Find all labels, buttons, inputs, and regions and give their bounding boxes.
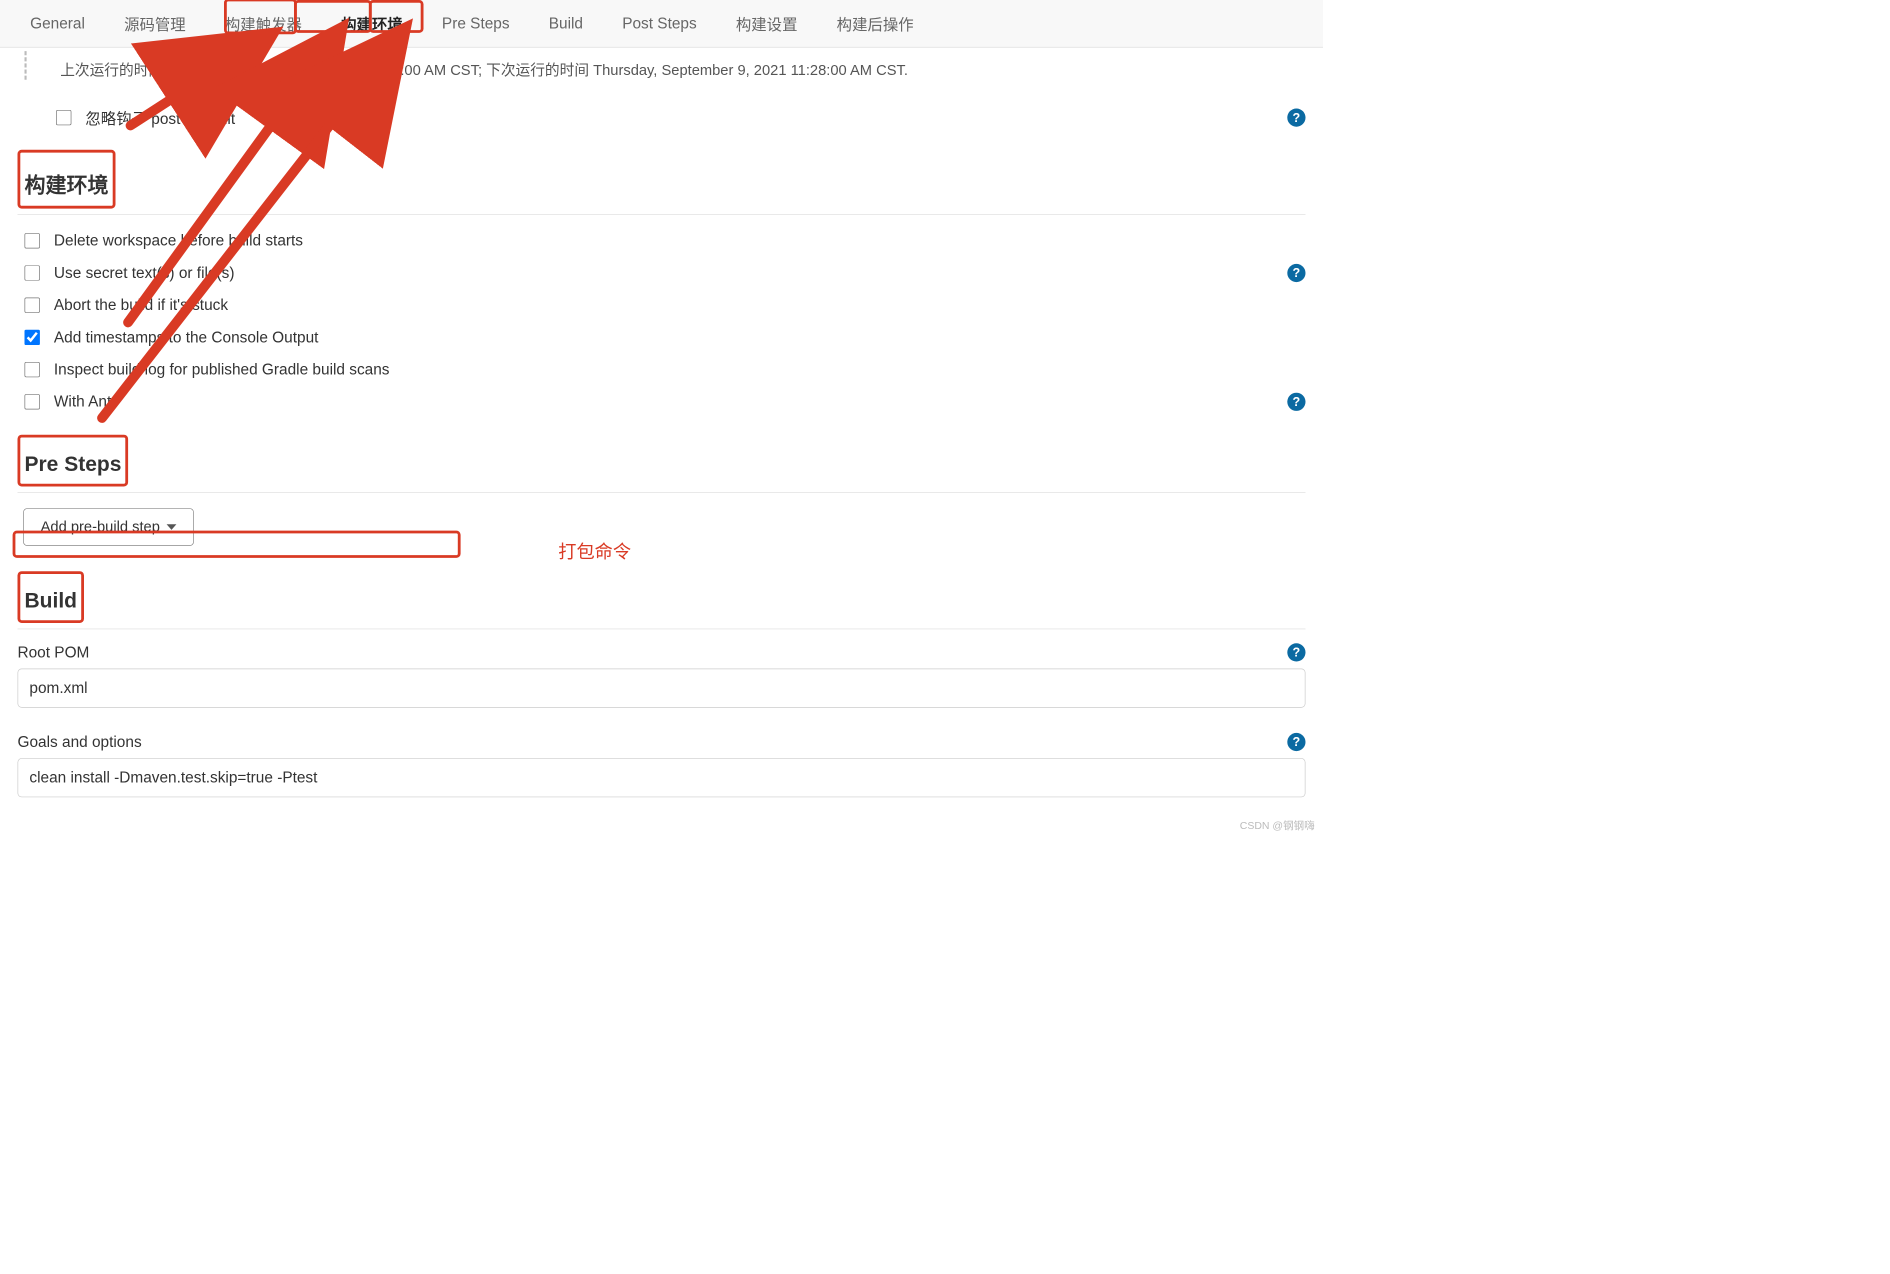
poll-schedule-text: 上次运行的时间 Thursday, September 9, 2021 11:1…: [43, 59, 908, 80]
goals-input[interactable]: [18, 758, 1306, 797]
tab-build-settings[interactable]: 构建设置: [716, 0, 817, 47]
tab-build-env[interactable]: 构建环境: [322, 0, 423, 47]
root-pom-label: Root POM: [18, 643, 90, 661]
config-tabs: General 源码管理 构建触发器 构建环境 Pre Steps Build …: [0, 0, 1323, 48]
tab-general[interactable]: General: [11, 2, 105, 45]
gradle-checkbox[interactable]: [25, 362, 40, 377]
gradle-label: Inspect build log for published Gradle b…: [54, 361, 390, 379]
help-icon[interactable]: ?: [1287, 643, 1305, 661]
tab-post-build-actions[interactable]: 构建后操作: [817, 0, 933, 47]
with-ant-label: With Ant: [54, 393, 111, 411]
config-body: 上次运行的时间 Thursday, September 9, 2021 11:1…: [0, 48, 1323, 837]
tab-build[interactable]: Build: [529, 2, 602, 45]
abort-label: Abort the build if it's stuck: [54, 296, 228, 314]
ignore-post-commit-label: 忽略钩子 post-commit: [85, 106, 235, 128]
add-pre-build-step-button[interactable]: Add pre-build step: [23, 508, 194, 546]
build-env-options: Delete workspace before build starts Use…: [18, 225, 1306, 418]
section-divider: [18, 214, 1306, 215]
gradle-row: Inspect build log for published Gradle b…: [18, 354, 1306, 386]
secret-checkbox[interactable]: [25, 265, 40, 280]
ignore-post-commit-row: 忽略钩子 post-commit ?: [18, 101, 1306, 150]
delete-ws-row: Delete workspace before build starts: [18, 225, 1306, 257]
tab-pre-steps[interactable]: Pre Steps: [422, 2, 529, 45]
ignore-post-commit-checkbox[interactable]: [56, 110, 71, 125]
with-ant-row: With Ant ?: [18, 386, 1306, 418]
tab-post-steps[interactable]: Post Steps: [603, 2, 717, 45]
highlight-box: Build: [18, 571, 85, 623]
root-pom-input[interactable]: [18, 669, 1306, 708]
highlight-box: 构建环境: [18, 150, 116, 209]
root-pom-row: Root POM ?: [18, 643, 1306, 661]
delete-ws-checkbox[interactable]: [25, 233, 40, 248]
section-divider: [18, 629, 1306, 630]
timestamps-checkbox[interactable]: [25, 330, 40, 345]
help-icon[interactable]: ?: [1287, 393, 1305, 411]
tab-triggers[interactable]: 构建触发器: [205, 0, 321, 47]
section-build-title: Build: [25, 589, 78, 613]
watermark: CSDN @钢钢嗨: [1240, 818, 1315, 833]
abort-row: Abort the build if it's stuck: [18, 289, 1306, 321]
tab-scm[interactable]: 源码管理: [104, 0, 205, 47]
section-build-env-title: 构建环境: [25, 168, 109, 199]
chevron-down-icon: [167, 524, 177, 530]
help-icon[interactable]: ?: [1287, 264, 1305, 282]
timestamps-label: Add timestamps to the Console Output: [54, 328, 319, 346]
goals-label: Goals and options: [18, 733, 142, 751]
help-icon[interactable]: ?: [1287, 733, 1305, 751]
goals-row: Goals and options ?: [18, 733, 1306, 751]
poll-indent-line: [25, 51, 27, 80]
help-icon[interactable]: ?: [1287, 109, 1305, 127]
secret-label: Use secret text(s) or file(s): [54, 264, 235, 282]
highlight-box: Pre Steps: [18, 435, 129, 487]
secret-row: Use secret text(s) or file(s) ?: [18, 257, 1306, 289]
section-divider: [18, 492, 1306, 493]
add-pre-build-step-label: Add pre-build step: [41, 519, 160, 536]
section-pre-steps-title: Pre Steps: [25, 453, 122, 477]
timestamps-row: Add timestamps to the Console Output: [18, 321, 1306, 353]
delete-ws-label: Delete workspace before build starts: [54, 232, 303, 250]
with-ant-checkbox[interactable]: [25, 394, 40, 409]
poll-schedule-area: 上次运行的时间 Thursday, September 9, 2021 11:1…: [18, 55, 1306, 101]
abort-checkbox[interactable]: [25, 298, 40, 313]
